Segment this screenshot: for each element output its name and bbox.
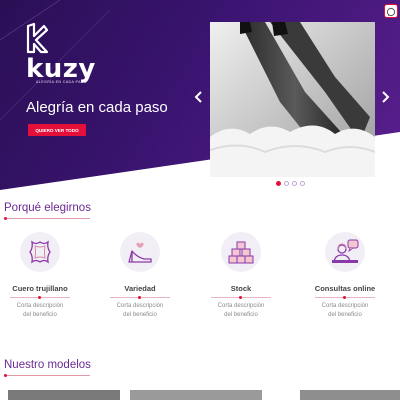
feature-title: Cuero trujillano (12, 284, 68, 293)
hero-slide-image (210, 22, 375, 177)
slide-dot-2[interactable] (284, 181, 289, 186)
see-all-button[interactable]: QUIERO VER TODO (28, 124, 86, 136)
kuzy-logo-mark (26, 22, 48, 54)
why-us-underline (4, 217, 90, 220)
models-carousel (0, 390, 400, 400)
feature-description: Corta descripción del beneficio (321, 303, 369, 318)
models-underline (4, 374, 90, 377)
next-slide-arrow[interactable] (379, 88, 391, 106)
feature-item: Stock Corta descripción del beneficio (201, 232, 281, 320)
model-thumbnail[interactable] (8, 390, 120, 400)
brand-tagline: ALEGRÍA EN CADA PASO (36, 80, 87, 84)
hero-banner: kuzy ALEGRÍA EN CADA PASO Alegría en cad… (0, 0, 400, 190)
slide-dot-1[interactable] (276, 181, 281, 186)
models-title: Nuestro modelos (4, 359, 91, 371)
online-support-icon (325, 232, 365, 272)
feature-underline (211, 296, 271, 299)
slide-dot-4[interactable] (300, 181, 305, 186)
feature-description: Corta descripción del beneficio (217, 303, 265, 318)
boxes-stock-icon (221, 232, 261, 272)
feature-item: Cuero trujillano Corta descripción del be… (0, 232, 80, 320)
feature-underline (110, 296, 170, 299)
feature-underline (10, 296, 70, 299)
chevron-left-icon (194, 91, 202, 103)
brand-name: kuzy (26, 54, 96, 84)
feature-item: Variedad Corta descripción del beneficio (100, 232, 180, 320)
feature-underline (315, 296, 375, 299)
whatsapp-icon (386, 7, 396, 17)
feature-description: Corta descripción del beneficio (116, 303, 164, 318)
whatsapp-button[interactable] (384, 4, 398, 18)
chevron-right-icon (382, 91, 390, 103)
slider-pagination (276, 181, 305, 186)
why-us-title: Porqué elegirnos (4, 202, 91, 214)
model-thumbnail[interactable] (130, 390, 262, 400)
feature-title: Variedad (124, 284, 156, 293)
prev-slide-arrow[interactable] (193, 88, 205, 106)
high-heel-icon (120, 232, 160, 272)
hero-headline: Alegría en cada paso (26, 99, 168, 116)
model-thumbnail[interactable] (300, 390, 400, 400)
feature-item: Consultas online Corta descripción del be… (305, 232, 385, 320)
feature-description: Corta descripción del beneficio (16, 303, 64, 318)
leather-hide-icon (20, 232, 60, 272)
feature-title: Stock (230, 284, 252, 293)
slide-dot-3[interactable] (292, 181, 297, 186)
feature-title: Consultas online (314, 284, 376, 293)
